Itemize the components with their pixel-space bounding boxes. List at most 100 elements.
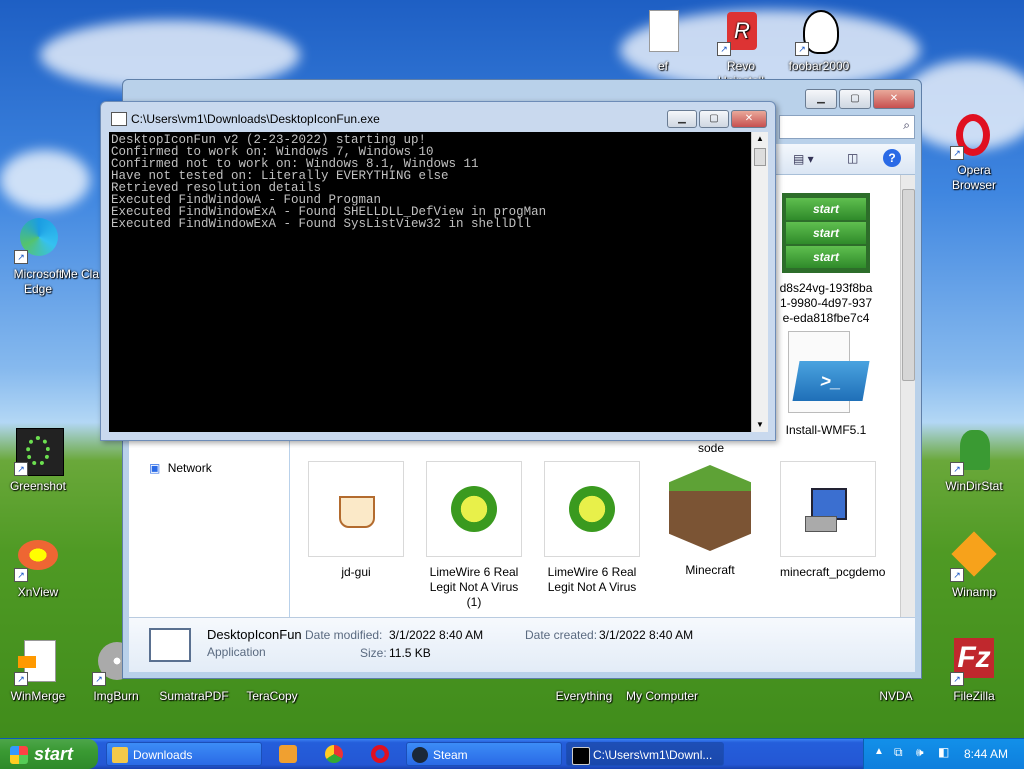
network-tray-icon[interactable]: ⧉	[894, 745, 903, 760]
console-output[interactable]: DesktopIconFun v2 (2-23-2022) starting u…	[109, 132, 751, 432]
folder-icon	[112, 747, 128, 763]
console-scroll-down[interactable]: ▼	[752, 418, 768, 432]
nav-item-network[interactable]: ▣ Network	[149, 461, 212, 475]
taskbar-button-label: C:\Users\vm1\Downl...	[593, 748, 713, 762]
console-scrollbar[interactable]: ▲ ▼	[751, 132, 768, 432]
desktop-icon-label: WinDirStat	[945, 479, 1003, 493]
file-tile[interactable]: LimeWire 6 Real Legit Not A Virus	[544, 461, 640, 595]
desktop-icon-label: Opera Browser	[951, 163, 996, 192]
console-scroll-thumb[interactable]	[754, 148, 766, 166]
winmerge-icon: ↗	[14, 638, 62, 686]
details-modified-label: Date modified:	[305, 628, 383, 642]
desktop-icon-partial[interactable]: Me Cla	[60, 216, 100, 282]
file-tile-label: d8s24vg-193f8ba1-9980-4d97-937e-eda818fb…	[779, 281, 873, 325]
taskbar: start Downloads Steam C:\Users\vm1\Downl…	[0, 738, 1024, 769]
console-maximize-button[interactable]: ▢	[699, 110, 729, 128]
desktop-icon-winamp[interactable]: ↗ Winamp	[936, 531, 1012, 600]
desktop-icon-revo[interactable]: R ↗ Revo Uninstall	[703, 8, 779, 89]
file-tile[interactable]: Minecraft	[662, 461, 758, 578]
filezilla-icon: Fz ↗	[950, 638, 998, 686]
media-player-icon[interactable]	[279, 745, 297, 763]
desktop-icon-ef[interactable]: ef	[625, 8, 701, 74]
console-caption-buttons: ▁ ▢ ✕	[667, 110, 767, 128]
greenshot-icon: ↗	[14, 428, 64, 476]
chrome-icon[interactable]	[325, 745, 343, 763]
file-tile[interactable]: minecraft_pcgdemo	[780, 461, 885, 580]
taskbar-button-steam[interactable]: Steam	[406, 742, 562, 766]
revo-icon: R ↗	[717, 8, 765, 56]
details-type: Application	[207, 645, 266, 659]
xp-start-sample: start	[786, 222, 866, 244]
foobar-icon: ↗	[795, 8, 843, 56]
desktop-icon-xnview[interactable]: ↗ XnView	[0, 534, 76, 600]
desktop-icon-filezilla[interactable]: Fz ↗ FileZilla	[936, 638, 1012, 704]
file-tile[interactable]: LimeWire 6 Real Legit Not A Virus (1)	[426, 461, 522, 610]
file-tile-label: LimeWire 6 Real Legit Not A Virus	[547, 565, 637, 594]
maximize-button[interactable]: ▢	[839, 89, 871, 109]
search-icon: ⌕	[903, 118, 910, 132]
xp-start-image-icon: start start start	[782, 193, 870, 273]
desktop-icon-label: Winamp	[951, 585, 996, 599]
details-modified-value: 3/1/2022 8:40 AM	[389, 628, 484, 642]
file-tile[interactable]: >_ Install-WMF5.1	[778, 331, 874, 438]
clock[interactable]: 8:44 AM	[964, 747, 1008, 761]
explorer-caption-buttons: ▁ ▢ ✕	[805, 89, 915, 109]
desktop-icon-label: My Computer	[625, 689, 699, 703]
winamp-icon: ↗	[950, 531, 998, 582]
desktop-icon-winmerge[interactable]: ↗ WinMerge	[0, 638, 76, 704]
taskbar-button-downloads[interactable]: Downloads	[106, 742, 262, 766]
help-icon[interactable]: ?	[883, 149, 901, 167]
console-scroll-up[interactable]: ▲	[752, 132, 768, 146]
desktop-icon-label: XnView	[17, 585, 59, 599]
console-title: C:\Users\vm1\Downloads\DesktopIconFun.ex…	[131, 112, 380, 126]
desktop-icon-label: Microsoft Edge	[13, 267, 63, 296]
xp-start-sample: start	[786, 246, 866, 268]
powershell-file-icon: >_	[782, 331, 870, 419]
partial-label: sode	[698, 441, 725, 455]
scrollbar-thumb[interactable]	[902, 189, 915, 381]
close-button[interactable]: ✕	[873, 89, 915, 109]
details-size-label: Size:	[360, 646, 387, 660]
desktop-icon-label: FileZilla	[953, 689, 995, 703]
edge-icon: ↗	[14, 216, 62, 264]
taskbar-button-label: Downloads	[133, 748, 193, 762]
desktop-icon-label: ImgBurn	[93, 689, 139, 703]
desktop-icon-label: Everything	[555, 689, 613, 703]
start-button[interactable]: start	[0, 739, 98, 769]
opera-quicklaunch-icon[interactable]	[371, 745, 389, 763]
desktop-icon-label: Me Cla	[60, 267, 99, 281]
preview-pane-icon[interactable]: ◫	[847, 151, 858, 165]
details-name: DesktopIconFun	[207, 627, 302, 642]
volume-icon[interactable]: 🕪	[916, 745, 924, 760]
desktop-icon-label: ef	[657, 59, 668, 73]
vertical-scrollbar[interactable]	[900, 175, 915, 618]
desktop-icon-windirstat[interactable]: ↗ WinDirStat	[936, 428, 1012, 494]
taskbar-button-console[interactable]: C:\Users\vm1\Downl...	[566, 742, 724, 766]
application-icon	[149, 628, 191, 662]
tray-expand-icon[interactable]: ▲	[874, 746, 884, 757]
steam-icon	[412, 747, 428, 763]
details-pane: DesktopIconFun Application Date modified…	[129, 617, 915, 672]
desktop-icon-label: SumatraPDF	[159, 689, 229, 703]
desktop-icon-label: Greenshot	[9, 479, 67, 493]
taskbar-button-label: Steam	[433, 748, 468, 762]
installer-icon	[780, 461, 876, 557]
opera-icon: ↗	[950, 112, 998, 160]
desktop-icon-label: TeraCopy	[246, 689, 298, 703]
document-icon	[639, 8, 687, 56]
start-label: start	[34, 744, 74, 764]
tray-app-icon[interactable]: ◧	[938, 745, 949, 759]
console-minimize-button[interactable]: ▁	[667, 110, 697, 128]
desktop-icon-opera[interactable]: ↗ Opera Browser	[936, 112, 1012, 193]
console-window[interactable]: C:\Users\vm1\Downloads\DesktopIconFun.ex…	[100, 101, 776, 441]
desktop-icon-foobar[interactable]: ↗ foobar2000	[781, 8, 857, 74]
desktop-icon-greenshot[interactable]: ↗ Greenshot	[0, 428, 76, 494]
console-close-button[interactable]: ✕	[731, 110, 767, 128]
minimize-button[interactable]: ▁	[805, 89, 837, 109]
file-tile[interactable]: jd-gui	[308, 461, 404, 580]
system-tray: ▲ ⧉ 🕪 ◧ 8:44 AM	[863, 739, 1024, 769]
file-tile[interactable]: start start start d8s24vg-193f8ba1-9980-…	[778, 193, 874, 326]
console-app-icon	[111, 112, 127, 126]
views-icon[interactable]: ▤ ▾	[793, 152, 814, 166]
search-input[interactable]: ⌕	[779, 115, 915, 139]
